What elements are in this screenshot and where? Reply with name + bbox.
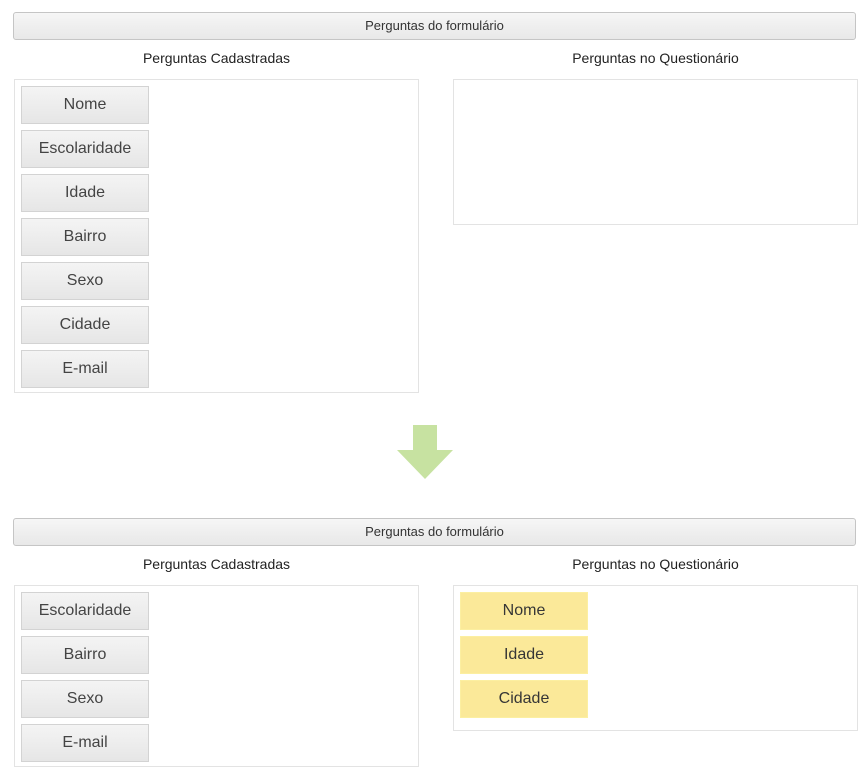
question-item[interactable]: Idade xyxy=(460,636,588,674)
question-item[interactable]: Cidade xyxy=(21,306,149,344)
section-header: Perguntas do formulário xyxy=(13,518,856,546)
question-item[interactable]: Sexo xyxy=(21,680,149,718)
questionnaire-questions-list[interactable]: Nome Idade Cidade xyxy=(453,585,858,731)
question-item[interactable]: Escolaridade xyxy=(21,130,149,168)
questionnaire-questions-title: Perguntas no Questionário xyxy=(572,556,739,572)
question-item[interactable]: Cidade xyxy=(460,680,588,718)
question-item[interactable]: Idade xyxy=(21,174,149,212)
questionnaire-questions-list[interactable] xyxy=(453,79,858,225)
question-item[interactable]: Nome xyxy=(21,86,149,124)
question-item[interactable]: Bairro xyxy=(21,218,149,256)
question-item[interactable]: E-mail xyxy=(21,350,149,388)
registered-questions-title: Perguntas Cadastradas xyxy=(142,556,291,572)
down-arrow-icon xyxy=(397,425,453,479)
question-item[interactable]: Nome xyxy=(460,592,588,630)
question-item[interactable]: E-mail xyxy=(21,724,149,762)
registered-questions-title: Perguntas Cadastradas xyxy=(142,50,291,66)
section-header: Perguntas do formulário xyxy=(13,12,856,40)
question-item[interactable]: Bairro xyxy=(21,636,149,674)
question-item[interactable]: Escolaridade xyxy=(21,592,149,630)
question-item[interactable]: Sexo xyxy=(21,262,149,300)
questionnaire-questions-title: Perguntas no Questionário xyxy=(572,50,739,66)
registered-questions-list[interactable]: Escolaridade Bairro Sexo E-mail xyxy=(14,585,419,767)
registered-questions-list[interactable]: Nome Escolaridade Idade Bairro Sexo Cidade E-m… xyxy=(14,79,419,393)
